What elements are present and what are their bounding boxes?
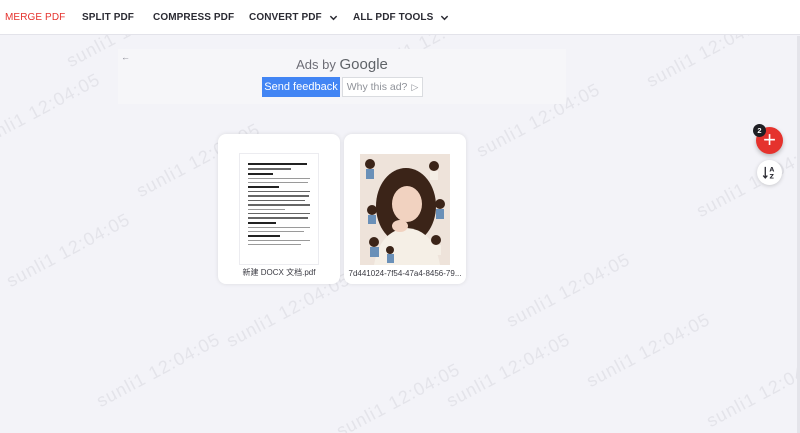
watermark-text: sunli1 12:04:05 bbox=[333, 359, 464, 433]
watermark-text: sunli1 12:04:05 bbox=[703, 349, 800, 432]
nav-split-pdf-label: SPLIT PDF bbox=[82, 12, 135, 23]
nav-all-pdf-tools-label: ALL PDF TOOLS bbox=[353, 12, 434, 23]
nav-compress-pdf-label: COMPRESS PDF bbox=[153, 12, 235, 23]
watermark-text: sunli1 12:04:05 bbox=[443, 329, 574, 412]
why-this-ad-label: Why this ad? bbox=[346, 81, 408, 93]
file-card-image[interactable]: 7d441024-7f54-47a4-8456-79... bbox=[344, 134, 466, 284]
play-triangle-icon: ▷ bbox=[411, 81, 419, 92]
document-thumbnail bbox=[239, 153, 319, 265]
watermark-text: sunli1 12:04:05 bbox=[503, 249, 634, 332]
why-this-ad-button[interactable]: Why this ad? ▷ bbox=[342, 77, 423, 97]
nav-merge-pdf[interactable]: MERGE PDF bbox=[5, 12, 65, 23]
file-count-badge: 2 bbox=[753, 124, 766, 137]
nav-convert-pdf[interactable]: CONVERT PDF bbox=[249, 12, 338, 23]
sort-az-icon: A Z bbox=[762, 167, 775, 180]
chevron-down-icon bbox=[329, 15, 337, 21]
file-name: 新建 DOCX 文档.pdf bbox=[242, 268, 316, 277]
svg-text:A: A bbox=[770, 167, 775, 174]
nav-convert-pdf-label: CONVERT PDF bbox=[249, 12, 322, 23]
ad-container: ← Ads by Google Send feedback Why this a… bbox=[118, 49, 566, 104]
ads-by-text: Ads by bbox=[296, 57, 336, 72]
watermark-text: sunli1 12:04:05 bbox=[583, 309, 714, 392]
file-name: 7d441024-7f54-47a4-8456-79... bbox=[348, 269, 462, 278]
watermark-text: sunli1 12:04:05 bbox=[0, 69, 104, 152]
google-logo-text: Google bbox=[339, 56, 388, 73]
file-card-docx[interactable]: 新建 DOCX 文档.pdf bbox=[218, 134, 340, 284]
top-navigation: MERGE PDF SPLIT PDF COMPRESS PDF CONVERT… bbox=[0, 0, 800, 35]
nav-merge-pdf-label: MERGE PDF bbox=[5, 12, 66, 23]
ads-by-google-label: Ads by Google bbox=[118, 56, 566, 73]
nav-compress-pdf[interactable]: COMPRESS PDF bbox=[153, 12, 234, 23]
nav-split-pdf[interactable]: SPLIT PDF bbox=[82, 12, 134, 23]
svg-text:Z: Z bbox=[770, 174, 775, 180]
portrait-image bbox=[360, 154, 450, 265]
chevron-down-icon bbox=[441, 15, 449, 21]
photo-thumbnail bbox=[360, 154, 450, 265]
watermark-text: sunli1 12:04:05 bbox=[3, 209, 134, 292]
send-feedback-label: Send feedback bbox=[264, 81, 338, 93]
send-feedback-button[interactable]: Send feedback bbox=[262, 77, 340, 97]
watermark-text: sunli1 12:04:05 bbox=[693, 139, 800, 222]
nav-all-pdf-tools[interactable]: ALL PDF TOOLS bbox=[353, 12, 449, 23]
watermark-text: sunli1 12:04:05 bbox=[93, 329, 224, 412]
sort-button[interactable]: A Z bbox=[757, 160, 782, 185]
